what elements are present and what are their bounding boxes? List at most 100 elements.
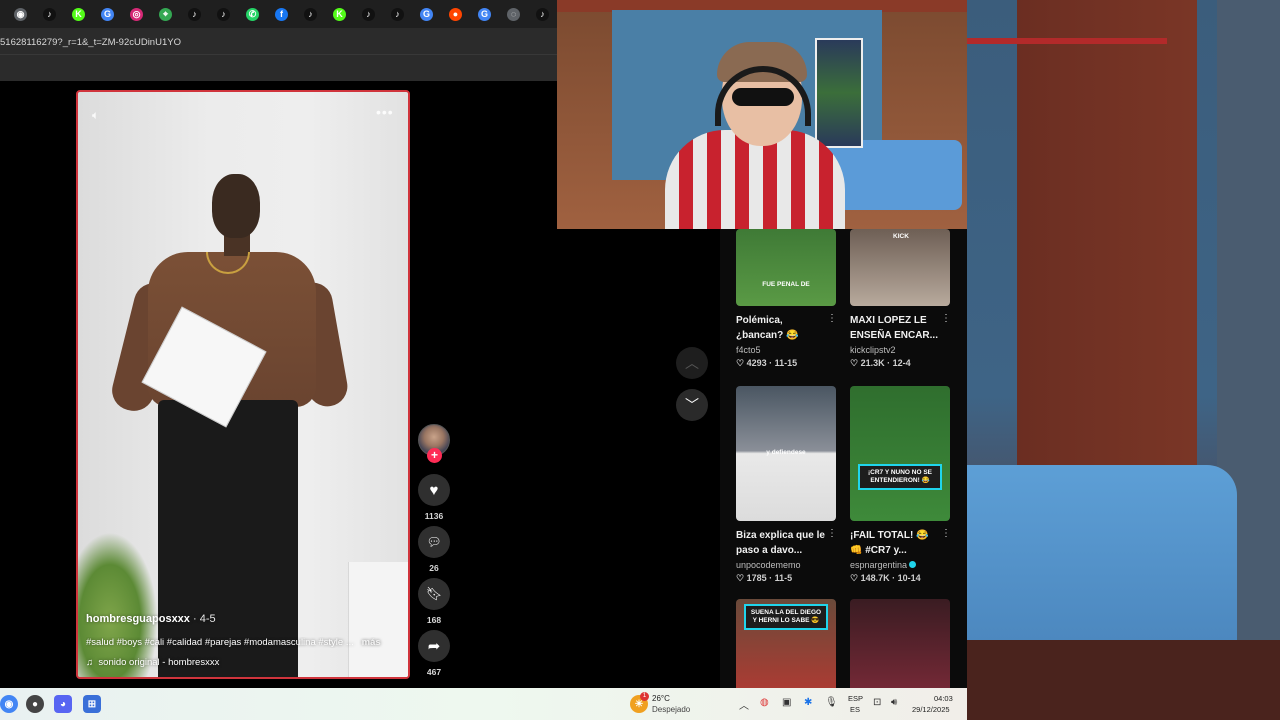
- sound-label[interactable]: sonido original - hombresxxx: [98, 657, 219, 668]
- tray-app-icon[interactable]: ▣: [782, 697, 791, 708]
- card-author[interactable]: f4cto5: [736, 345, 837, 355]
- card-thumbnail[interactable]: [850, 599, 950, 689]
- card-thumbnail[interactable]: SUENA LA DEL DIEGO Y HERNI LO SABE 😎: [736, 599, 836, 689]
- google-icon: G: [420, 7, 433, 21]
- like-button[interactable]: ♥: [418, 474, 450, 506]
- more-options-icon[interactable]: •••: [376, 104, 400, 120]
- card-author: espnargentina: [850, 560, 951, 570]
- browser-tab[interactable]: G: [470, 0, 499, 28]
- card-more-icon[interactable]: ⋮: [827, 313, 837, 324]
- card-author[interactable]: kickclipstv2: [850, 345, 951, 355]
- video-background-panel: [348, 562, 408, 677]
- recommendation-card[interactable]: SUENA LA DEL DIEGO Y HERNI LO SABE 😎: [736, 599, 837, 689]
- kick-icon: K: [333, 7, 346, 21]
- like-count: 1136: [424, 511, 444, 521]
- browser-tab[interactable]: ♪: [383, 0, 412, 28]
- volume-icon[interactable]: 🔊︎: [891, 697, 897, 708]
- heart-icon: ♡: [850, 358, 859, 368]
- follow-button[interactable]: +: [427, 448, 442, 463]
- browser-tab[interactable]: ♪: [296, 0, 325, 28]
- browser-tab[interactable]: G: [412, 0, 441, 28]
- clock-time[interactable]: 04:03: [934, 694, 953, 703]
- card-author[interactable]: unpocodememo: [736, 560, 837, 570]
- browser-tab[interactable]: ◌: [499, 0, 528, 28]
- microphone-icon[interactable]: 🎙︎: [825, 697, 838, 708]
- share-button[interactable]: ➦: [418, 630, 450, 662]
- clock-date[interactable]: 29/12/2025: [912, 705, 950, 714]
- network-icon[interactable]: ⊡: [873, 697, 881, 708]
- card-thumbnail[interactable]: FUE PENAL DE: [736, 229, 836, 306]
- video-player[interactable]: 🔈︎ ••• hombresguaposxxx · 4-5 #salud #bo…: [76, 90, 410, 679]
- video-sound[interactable]: ♫ sonido original - hombresxxx: [86, 657, 219, 668]
- browser-tab[interactable]: K: [64, 0, 93, 28]
- discord-icon[interactable]: ◕: [54, 695, 72, 713]
- address-bar[interactable]: 51628116279?_r=1&_t=ZM-92cUDinU1YO: [0, 28, 557, 54]
- webcam-overlay: [557, 0, 967, 229]
- browser-tab[interactable]: ♪: [180, 0, 209, 28]
- room-floor: [967, 640, 1280, 720]
- instagram-icon: ◎: [130, 7, 143, 21]
- card-thumbnail[interactable]: KICK: [850, 229, 950, 306]
- chevron-up-icon[interactable]: ︿: [739, 697, 749, 712]
- browser-tab[interactable]: ✆: [238, 0, 267, 28]
- card-title[interactable]: MAXI LOPEZ LE ENSEÑA ENCAR...: [850, 313, 940, 343]
- recommendation-card[interactable]: KICK MAXI LOPEZ LE ENSEÑA ENCAR... ⋮ kic…: [850, 229, 951, 369]
- recommendation-card[interactable]: FUE PENAL DE Polémica, ¿bancan? 😂 ⋮ f4ct…: [736, 229, 837, 369]
- tiktok-icon: ♪: [43, 7, 56, 21]
- share-icon: ➦: [427, 638, 441, 655]
- card-title[interactable]: ¡FAIL TOTAL! 😂 👊 #CR7 y...: [850, 528, 940, 558]
- maps-icon: ⌖: [159, 7, 172, 21]
- card-thumbnail[interactable]: y defiendese: [736, 386, 836, 521]
- browser-tab[interactable]: G: [93, 0, 122, 28]
- card-more-icon[interactable]: ⋮: [827, 528, 837, 539]
- save-count: 168: [426, 615, 442, 625]
- card-stats: ♡ 1785 · 11-5: [736, 573, 793, 583]
- room-bed: [967, 465, 1237, 655]
- browser-tab[interactable]: ♪: [35, 0, 64, 28]
- card-title[interactable]: Biza explica que le paso a davo...: [736, 528, 826, 558]
- card-title[interactable]: Polémica, ¿bancan? 😂: [736, 313, 826, 343]
- facebook-icon: f: [275, 7, 288, 21]
- card-more-icon[interactable]: ⋮: [941, 313, 951, 324]
- comment-button[interactable]: 💬︎: [418, 526, 450, 558]
- card-thumbnail[interactable]: ¡CR7 Y NUNO NO SE ENTENDIERON! 😂: [850, 386, 950, 521]
- recommendation-card[interactable]: ¡CR7 Y NUNO NO SE ENTENDIERON! 😂 ¡FAIL T…: [850, 386, 951, 584]
- browser-tab[interactable]: ♪: [354, 0, 383, 28]
- recommendation-card[interactable]: y defiendese Biza explica que le paso a …: [736, 386, 837, 584]
- recommendations-panel: FUE PENAL DE Polémica, ¿bancan? 😂 ⋮ f4ct…: [720, 229, 967, 689]
- card-stats: ♡ 148.7K · 10-14: [850, 573, 921, 583]
- verified-badge-icon: [909, 561, 917, 568]
- browser-tab[interactable]: ●: [441, 0, 470, 28]
- bluetooth-icon[interactable]: ✱: [804, 697, 812, 708]
- language-indicator[interactable]: ESP: [848, 694, 863, 703]
- author-name[interactable]: hombresguaposxxx: [86, 613, 190, 625]
- weather-badge: 1: [640, 692, 649, 701]
- browser-tab[interactable]: f: [267, 0, 296, 28]
- chrome-icon[interactable]: ◉: [0, 695, 18, 713]
- keyboard-layout[interactable]: ES: [850, 705, 860, 714]
- mute-icon[interactable]: 🔈︎: [92, 108, 108, 122]
- network-app-icon[interactable]: ⊞: [83, 695, 101, 713]
- next-video-button[interactable]: ﹀: [676, 389, 708, 421]
- previous-video-button[interactable]: ︿: [676, 347, 708, 379]
- browser-tab[interactable]: K: [325, 0, 354, 28]
- browser-tab[interactable]: ♪: [528, 0, 557, 28]
- recommendation-card[interactable]: [850, 599, 951, 689]
- caption-more-link[interactable]: más: [362, 637, 381, 648]
- save-button[interactable]: 🔖︎: [418, 578, 450, 610]
- thumb-overlay-text: y defiendese: [766, 449, 806, 456]
- browser-tab[interactable]: ♪: [209, 0, 238, 28]
- heart-icon: ♡: [736, 358, 745, 368]
- browser-tab[interactable]: ◉: [6, 0, 35, 28]
- tray-app-icon[interactable]: ◍: [760, 697, 769, 708]
- app-icon[interactable]: ●: [26, 695, 44, 713]
- video-author[interactable]: hombresguaposxxx · 4-5: [86, 613, 216, 625]
- thumb-overlay-text: KICK: [893, 233, 909, 240]
- browser-tab[interactable]: ⌖: [151, 0, 180, 28]
- heart-icon: ♡: [736, 573, 745, 583]
- card-more-icon[interactable]: ⋮: [941, 528, 951, 539]
- webcam-sunglasses: [732, 88, 794, 106]
- browser-tab[interactable]: ◎: [122, 0, 151, 28]
- browser-toolbar: [0, 54, 557, 81]
- video-person-head: [212, 174, 260, 238]
